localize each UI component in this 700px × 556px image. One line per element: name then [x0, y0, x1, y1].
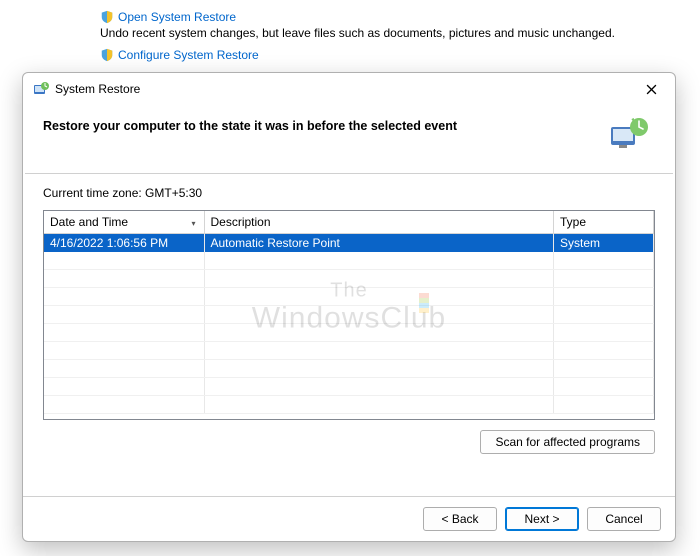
dialog-heading: Restore your computer to the state it wa… [43, 117, 457, 133]
table-row [44, 306, 654, 324]
background-links: Open System Restore Undo recent system c… [0, 0, 700, 62]
scan-row: Scan for affected programs [43, 420, 655, 454]
table-row [44, 396, 654, 414]
watermark-logo-icon [419, 293, 439, 313]
dialog-title: System Restore [55, 82, 631, 96]
open-restore-description: Undo recent system changes, but leave fi… [100, 26, 700, 40]
column-description[interactable]: Description [204, 211, 554, 233]
cell-description: Automatic Restore Point [204, 233, 554, 252]
table-row [44, 342, 654, 360]
back-button[interactable]: < Back [423, 507, 497, 531]
configure-restore-row: Configure System Restore [100, 48, 700, 62]
restore-large-icon [609, 117, 649, 153]
shield-icon [100, 48, 114, 62]
configure-system-restore-link[interactable]: Configure System Restore [118, 48, 259, 62]
close-icon [646, 84, 657, 95]
table-row [44, 378, 654, 396]
open-restore-row: Open System Restore [100, 10, 700, 24]
titlebar: System Restore [23, 73, 675, 105]
cancel-button[interactable]: Cancel [587, 507, 661, 531]
open-system-restore-link[interactable]: Open System Restore [118, 10, 236, 24]
system-restore-dialog: System Restore Restore your computer to … [22, 72, 676, 542]
shield-icon [100, 10, 114, 24]
table-header-row: Date and Time ▾ Description Type [44, 211, 654, 233]
table-row [44, 324, 654, 342]
table-row [44, 270, 654, 288]
cell-datetime: 4/16/2022 1:06:56 PM [44, 233, 204, 252]
timezone-label: Current time zone: GMT+5:30 [43, 186, 655, 200]
header-section: Restore your computer to the state it wa… [23, 105, 675, 173]
table-row [44, 252, 654, 270]
column-description-label: Description [211, 215, 271, 229]
dialog-footer: < Back Next > Cancel [23, 496, 675, 541]
table-row[interactable]: 4/16/2022 1:06:56 PM Automatic Restore P… [44, 233, 654, 252]
restore-icon [33, 81, 49, 97]
close-button[interactable] [637, 79, 665, 99]
table-row [44, 360, 654, 378]
restore-points-table[interactable]: Date and Time ▾ Description Type 4/16/20… [43, 210, 655, 420]
content-area: Current time zone: GMT+5:30 Date and Tim… [23, 174, 675, 496]
table-row [44, 288, 654, 306]
cell-type: System [554, 233, 654, 252]
column-type[interactable]: Type [554, 211, 654, 233]
scan-affected-button[interactable]: Scan for affected programs [480, 430, 655, 454]
next-button[interactable]: Next > [505, 507, 579, 531]
sort-indicator-icon: ▾ [191, 219, 195, 228]
column-type-label: Type [560, 215, 586, 229]
column-datetime[interactable]: Date and Time ▾ [44, 211, 204, 233]
column-datetime-label: Date and Time [50, 215, 128, 229]
